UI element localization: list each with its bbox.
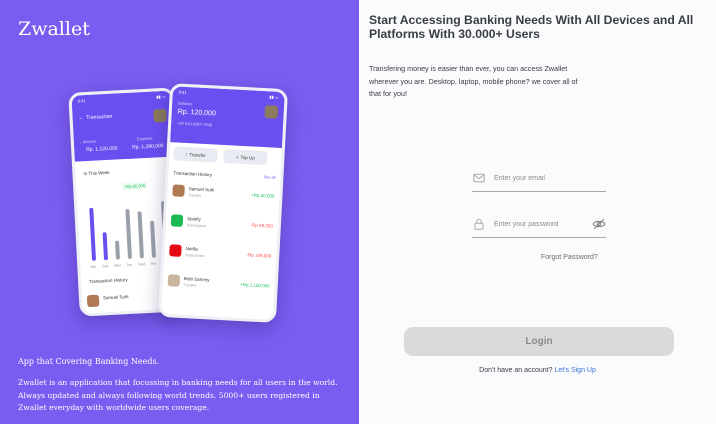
chart-bar (89, 207, 97, 261)
chart-bar (102, 232, 109, 261)
chart-bar (115, 240, 120, 260)
no-account-text: Don't have an account? (479, 367, 553, 374)
income-label: Income (82, 138, 97, 145)
login-button[interactable]: Login (404, 327, 674, 356)
chart-day-label: Tue (126, 262, 133, 268)
transaction-row: Netflix Subscription -Rp.149,000 (169, 242, 272, 267)
phone-header: 9:41 ▮▮ ▭ Balance Rp. 120,000 +62 813-938… (170, 86, 285, 149)
page-headline: Start Accessing Banking Needs With All D… (369, 13, 694, 41)
chart-title: In This Week (83, 169, 110, 177)
transaction-row: Spotify Subscription -Rp.49,000 (170, 212, 273, 237)
transaction-row: Bobi Sammy Transfer +Rp.1,150,000 (167, 272, 270, 297)
transfer-button: ↑ Transfer (173, 146, 218, 163)
chart-day-label: Mon (114, 263, 122, 268)
chart-day-label: Thu (150, 261, 157, 266)
transaction-name: Netflix (185, 246, 199, 252)
signal-icon: ▮▮ ▭ (156, 93, 166, 100)
chart-tooltip: +Rp.65,000 (122, 181, 148, 191)
income-value: Rp. 1,120,000 (86, 145, 118, 154)
arrow-up-icon: ↑ (184, 151, 188, 157)
phone-number: +62 813-9387-7946 (176, 120, 213, 128)
chart-day-label: Wed (138, 262, 146, 267)
phone-mockups: 9:41 ▮▮ ▭ ← Transaction ↓ Income Rp. 1,12… (68, 83, 289, 323)
income-arrow-icon: ↓ (79, 139, 82, 145)
transaction-name: Bobi Sammy (183, 276, 210, 283)
topup-button: + Top Up (223, 148, 268, 166)
transaction-amount: -Rp.49,000 (250, 222, 273, 229)
mail-icon (473, 173, 485, 183)
transaction-amount: +Rp.1,150,000 (239, 282, 270, 289)
chart-day-label: Sun (102, 264, 109, 269)
transaction-name: Spotify (187, 216, 202, 222)
avatar (167, 274, 181, 287)
avatar (86, 294, 100, 308)
lock-icon (474, 218, 484, 230)
intro-text: Transfering money is easier than ever, y… (369, 64, 578, 98)
password-input[interactable] (494, 216, 592, 232)
signup-prompt: Don't have an account? Let's Sign Up (359, 367, 716, 374)
brand-logo: Zwallet (18, 18, 90, 40)
chart-day-label: Sat (90, 264, 96, 270)
tagline: App that Covering Banking Needs. (18, 357, 160, 366)
expense-value: Rp. 1,390,000 (132, 143, 164, 151)
phone-mockup-home: 9:41 ▮▮ ▭ Balance Rp. 120,000 +62 813-938… (157, 83, 289, 323)
transaction-name: Samuel Suhi (188, 186, 215, 193)
balance-value: Rp. 120,000 (177, 108, 216, 118)
transaction-row: Samuel Suhi Transfer +Rp.50,000 (172, 182, 275, 207)
chart-bar (137, 211, 144, 259)
chart-bar (125, 208, 132, 260)
phone-title: Transaction (86, 113, 113, 122)
history-title: Transaction History (88, 277, 128, 285)
history-title: Transaction History (173, 170, 213, 178)
phone-time: 9:41 (77, 98, 86, 104)
eye-off-icon[interactable] (592, 218, 606, 230)
avatar (172, 184, 185, 197)
signup-link[interactable]: Let's Sign Up (554, 367, 595, 374)
transaction-type: Subscription (185, 253, 205, 259)
avatar (170, 214, 184, 227)
back-arrow-icon: ← (78, 115, 84, 122)
balance-label: Balance (178, 100, 193, 107)
transaction-type: Transfer (183, 283, 197, 288)
avatar (264, 105, 279, 119)
password-field (472, 214, 606, 238)
expense-arrow-icon: ↑ (133, 136, 136, 142)
app-description: Zwallet is an application that focussing… (18, 378, 338, 412)
signal-icon: ▮▮ ▭ (269, 94, 279, 100)
email-field (472, 168, 606, 192)
transaction-amount: +Rp.50,000 (250, 192, 275, 199)
phone-header: 9:41 ▮▮ ▭ ← Transaction ↓ Income Rp. 1,12… (71, 90, 175, 162)
left-panel: Zwallet 9:41 ▮▮ ▭ ← Transaction ↓ Income … (0, 0, 359, 424)
transaction-type: Subscription (186, 223, 207, 229)
see-all-link: See all (263, 175, 276, 180)
avatar (153, 108, 167, 123)
transaction-type: Transfer (188, 193, 202, 198)
phone-time: 9:41 (178, 89, 187, 95)
chart-bar (150, 220, 156, 258)
email-input[interactable] (494, 170, 592, 186)
login-panel: Start Accessing Banking Needs With All D… (359, 0, 716, 424)
plus-icon: + (235, 154, 239, 160)
avatar (169, 244, 182, 257)
transaction-amount: -Rp.149,000 (246, 252, 272, 259)
forgot-password-link[interactable]: Forgot Password? (541, 254, 598, 261)
expense-label: Expense (136, 135, 153, 142)
